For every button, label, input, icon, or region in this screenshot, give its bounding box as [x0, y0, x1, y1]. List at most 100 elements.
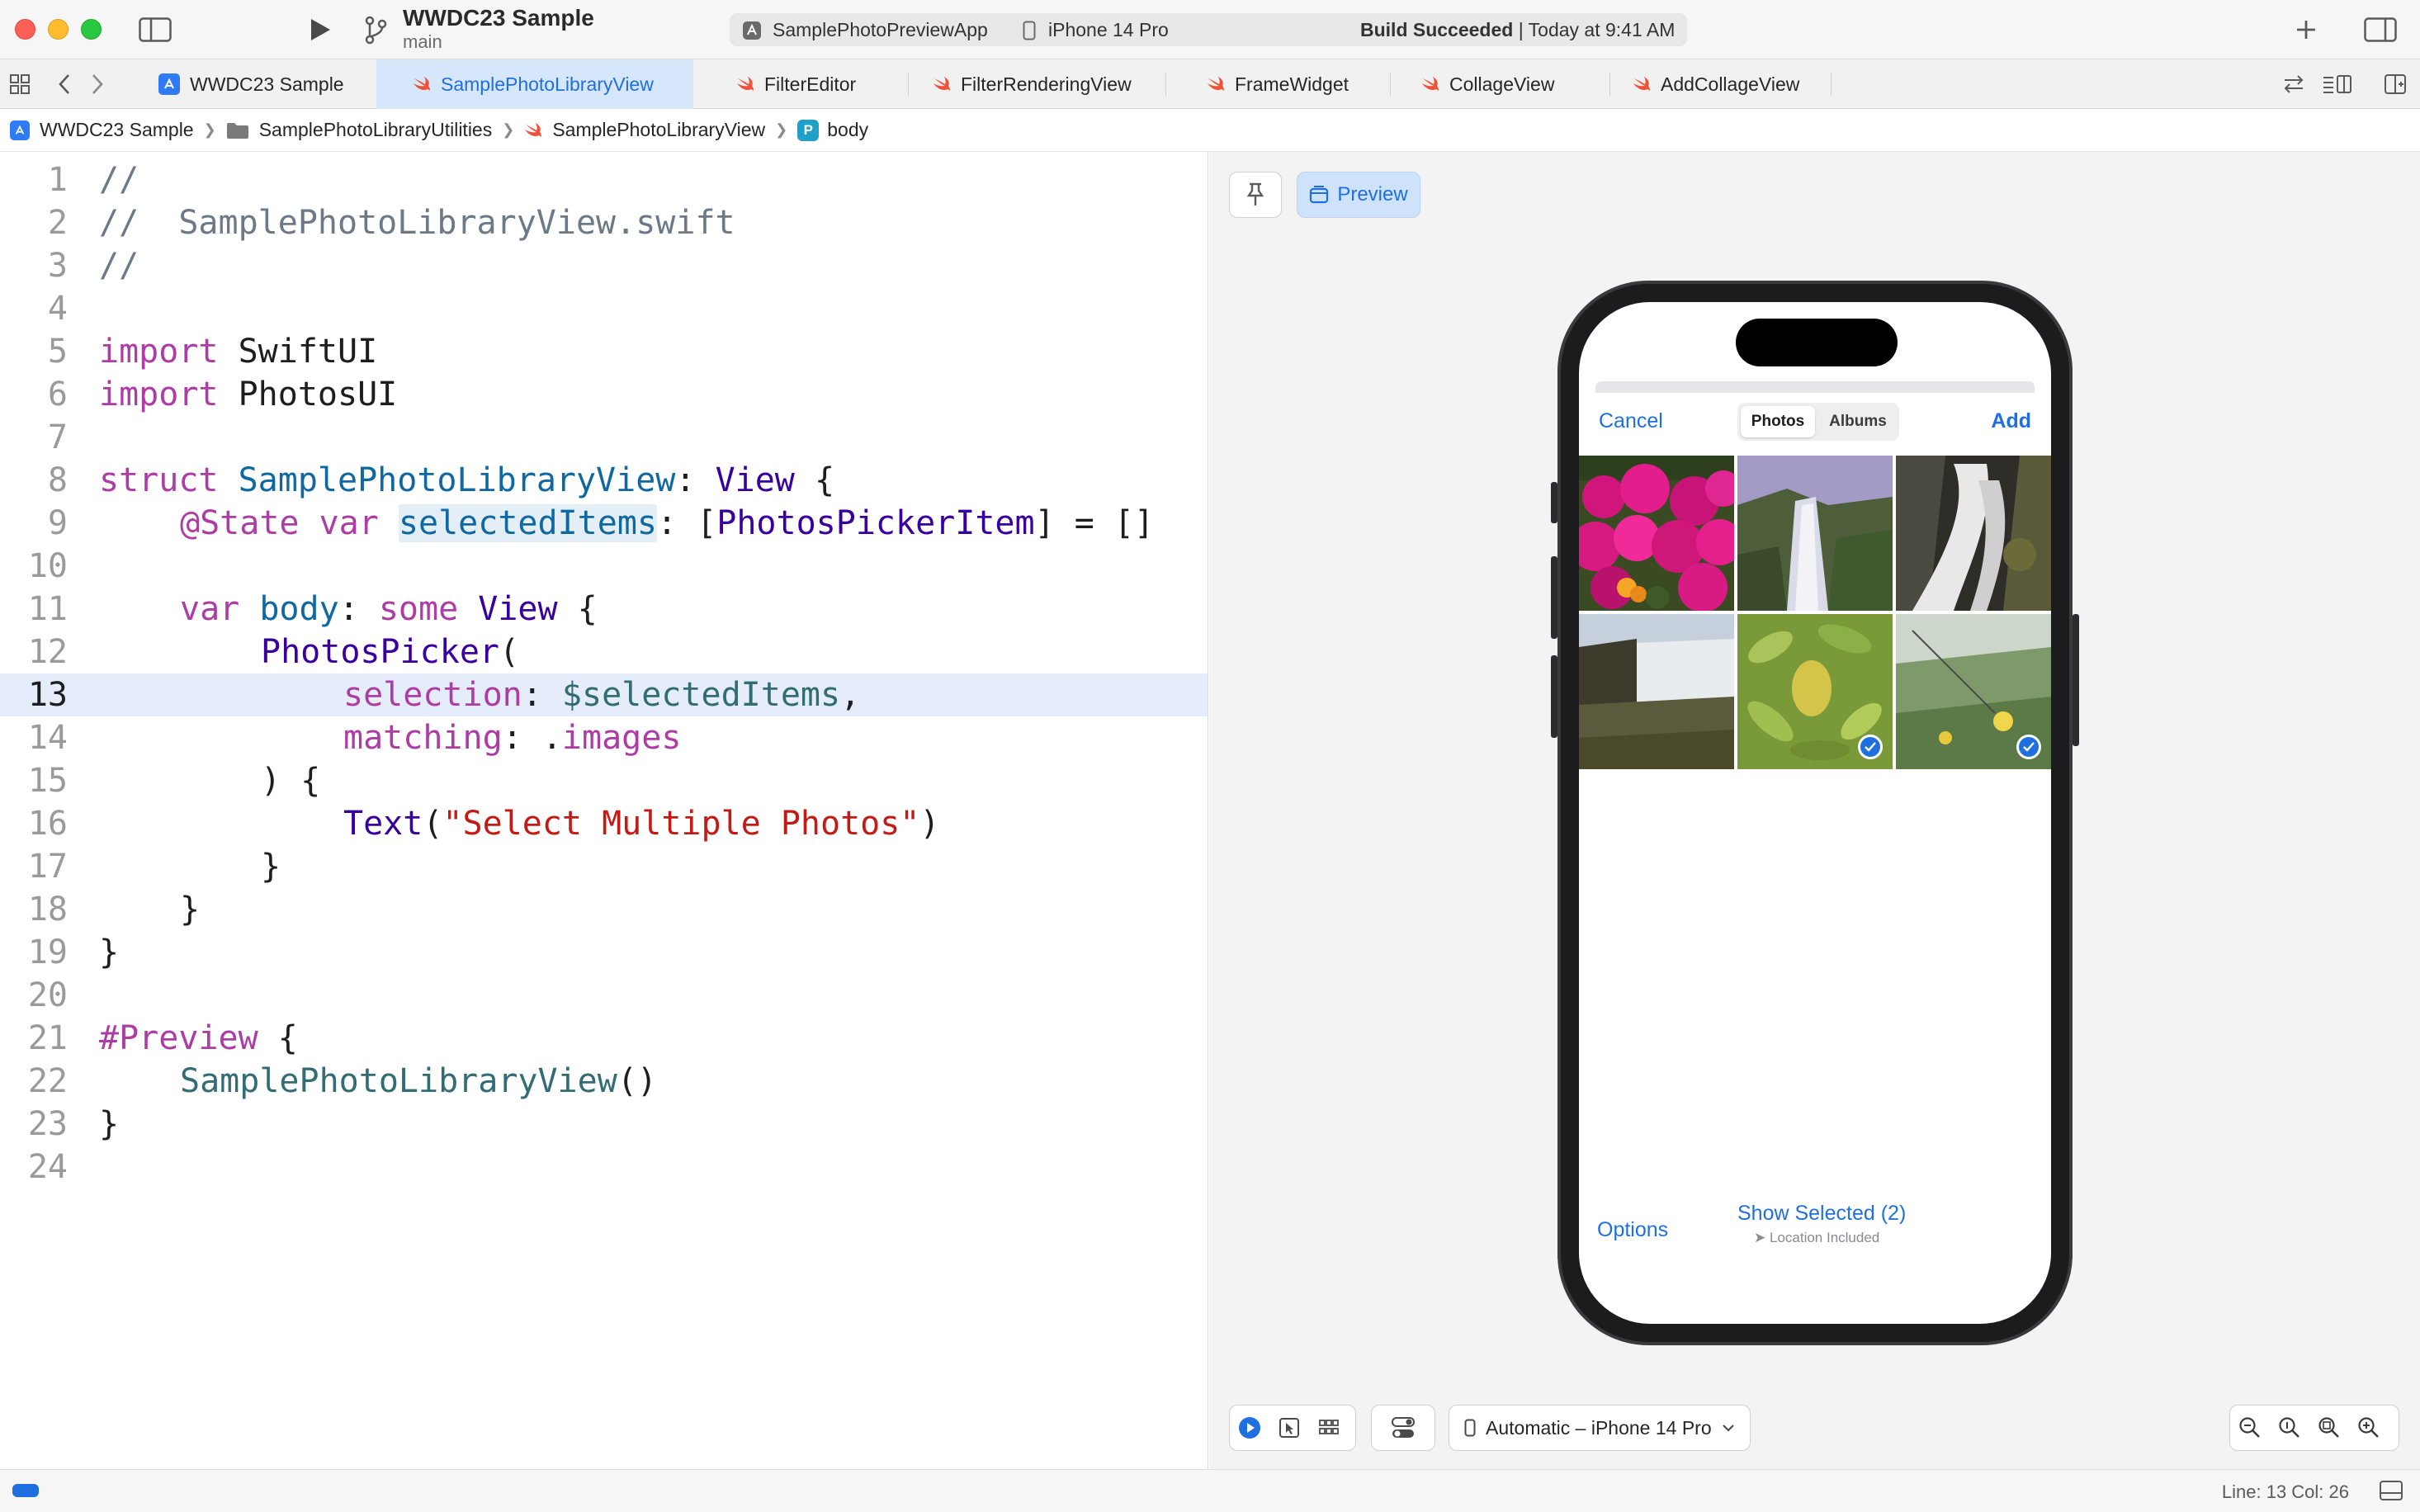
zoom-fit-icon	[2318, 1417, 2339, 1438]
code-line: 18}	[0, 888, 1208, 931]
zoom-out-icon	[2239, 1417, 2260, 1438]
pin-preview-button[interactable]	[1229, 172, 1282, 218]
line-number: 2	[47, 204, 68, 242]
code-line: 3 //	[0, 244, 1208, 287]
photos-albums-segmented-control: Photos Albums	[1737, 403, 1899, 441]
module-name: PhotosUI	[218, 376, 398, 413]
code-line: 4	[0, 287, 1208, 330]
swap-arrows-icon[interactable]	[2281, 73, 2306, 96]
sidebar-toggle-icon[interactable]	[137, 15, 173, 45]
selected-checkmark-icon	[2016, 735, 2041, 759]
chevron-back-icon[interactable]	[54, 73, 74, 96]
photo-thumbnail[interactable]	[1896, 456, 2051, 611]
zoom-in-button[interactable]	[2349, 1405, 2389, 1451]
tab-frame-widget[interactable]: FrameWidget	[1190, 59, 1388, 109]
photo-thumbnail[interactable]	[1896, 614, 2051, 769]
photo-thumbnail[interactable]	[1737, 614, 1893, 769]
xcode-project-icon	[10, 120, 30, 140]
branch-name[interactable]: main	[403, 31, 442, 53]
tab-filter-rendering-view[interactable]: FilterRenderingView	[916, 59, 1164, 109]
pink-flowers-photo	[1579, 456, 1734, 611]
debug-area-toggle-icon[interactable]	[2379, 1480, 2405, 1503]
zoom-to-100-button[interactable]	[2270, 1405, 2309, 1451]
breadcrumb-symbol[interactable]: P body	[797, 119, 868, 141]
editor-options-icon[interactable]	[2321, 73, 2354, 96]
segment-albums[interactable]: Albums	[1820, 406, 1896, 437]
device-settings-button[interactable]	[1371, 1405, 1435, 1451]
add-library-plus-icon[interactable]	[2291, 15, 2321, 45]
iphone-device-icon	[1464, 1419, 1476, 1437]
selected-checkmark-icon	[1858, 735, 1883, 759]
tab-collage-view[interactable]: CollageView	[1405, 59, 1603, 109]
zoom-window-button[interactable]	[81, 19, 102, 40]
device-settings-toggle-icon	[1392, 1417, 1415, 1438]
tab-divider	[1609, 73, 1610, 96]
picker-add-button[interactable]: Add	[1991, 409, 2031, 433]
attribute: @State	[180, 504, 300, 542]
code-text: }	[261, 848, 281, 886]
code-line: 6 import PhotosUI	[0, 373, 1208, 416]
live-play-icon	[1239, 1417, 1260, 1439]
sheet-top-edge	[1595, 381, 2035, 393]
picker-cancel-button[interactable]: Cancel	[1599, 409, 1663, 433]
type-reference: PhotosPicker	[261, 633, 499, 671]
xcode-project-icon	[158, 73, 180, 95]
preview-device-picker[interactable]: Automatic – iPhone 14 Pro	[1449, 1405, 1751, 1451]
show-selected-button[interactable]: Show Selected (2)	[1737, 1202, 1906, 1226]
segment-photos[interactable]: Photos	[1741, 406, 1815, 437]
line-number: 4	[47, 290, 68, 328]
split-editor-icon[interactable]	[2382, 73, 2408, 96]
code-punct: ()	[617, 1062, 657, 1100]
run-play-icon[interactable]	[305, 15, 335, 45]
variants-mode-button[interactable]	[1309, 1405, 1349, 1451]
volume-up-button	[1551, 556, 1557, 639]
selectable-mode-button[interactable]	[1269, 1405, 1309, 1451]
source-editor[interactable]: 1 // 2 // SamplePhotoLibraryView.swift 3 //…	[0, 152, 1208, 1469]
debug-area-indicator-icon[interactable]	[12, 1481, 40, 1500]
code-line: 1 //	[0, 158, 1208, 201]
photo-thumbnail[interactable]	[1579, 456, 1734, 611]
window-titlebar: WWDC23 Sample main SamplePhotoPreviewApp…	[0, 0, 2420, 59]
chevron-right-icon: ❯	[203, 121, 216, 138]
breadcrumb-file[interactable]: SamplePhotoLibraryView	[524, 119, 765, 141]
photo-thumbnail[interactable]	[1737, 456, 1893, 611]
tab-label: WWDC23 Sample	[190, 73, 344, 95]
inspector-toggle-icon[interactable]	[2362, 15, 2399, 45]
picker-options-button[interactable]: Options	[1597, 1218, 1668, 1242]
live-mode-button[interactable]	[1230, 1405, 1269, 1451]
zoom-out-button[interactable]	[2230, 1405, 2270, 1451]
preview-tab-button[interactable]: Preview	[1297, 172, 1420, 218]
tab-sample-photo-library-view[interactable]: SamplePhotoLibraryView	[376, 59, 693, 109]
code-line: 5 import SwiftUI	[0, 330, 1208, 373]
zoom-to-fit-button[interactable]	[2309, 1405, 2349, 1451]
run-destination-selector[interactable]: iPhone 14 Pro	[1048, 19, 1169, 41]
code-line: 11 var body: some View {	[0, 588, 1208, 631]
minimize-window-button[interactable]	[48, 19, 69, 40]
variants-grid-icon	[1319, 1420, 1339, 1434]
breadcrumb-project[interactable]: WWDC23 Sample	[10, 119, 194, 141]
tab-filter-editor[interactable]: FilterEditor	[718, 59, 908, 109]
cursor-position: Line: 13 Col: 26	[2221, 1481, 2349, 1502]
string-literal: "Select Multiple Photos"	[442, 805, 920, 843]
tab-divider	[908, 73, 909, 96]
grid-related-items-icon[interactable]	[8, 73, 31, 96]
scheme-selector[interactable]: SamplePhotoPreviewApp	[773, 19, 988, 41]
close-window-button[interactable]	[15, 19, 35, 40]
build-status: Build Succeeded | Today at 9:41 AM	[1360, 19, 1675, 41]
code-line: 20	[0, 974, 1208, 1017]
project-title[interactable]: WWDC23 Sample	[403, 5, 594, 31]
photo-grid	[1579, 456, 2051, 769]
photo-thumbnail[interactable]	[1579, 614, 1734, 769]
tab-add-collage-view[interactable]: AddCollageView	[1616, 59, 1831, 109]
source-branch-icon[interactable]	[362, 13, 390, 46]
chevron-forward-icon[interactable]	[87, 73, 107, 96]
type-reference: Text	[343, 805, 423, 843]
code-punct: : .	[502, 719, 562, 757]
code-line: 24	[0, 1146, 1208, 1188]
code-text: ) {	[261, 762, 321, 800]
swift-file-icon	[525, 122, 542, 137]
line-number: 7	[47, 418, 68, 456]
breadcrumb-folder[interactable]: SamplePhotoLibraryUtilities	[226, 119, 492, 141]
tab-wwdc23-sample[interactable]: WWDC23 Sample	[142, 59, 373, 109]
tab-divider	[1390, 73, 1391, 96]
